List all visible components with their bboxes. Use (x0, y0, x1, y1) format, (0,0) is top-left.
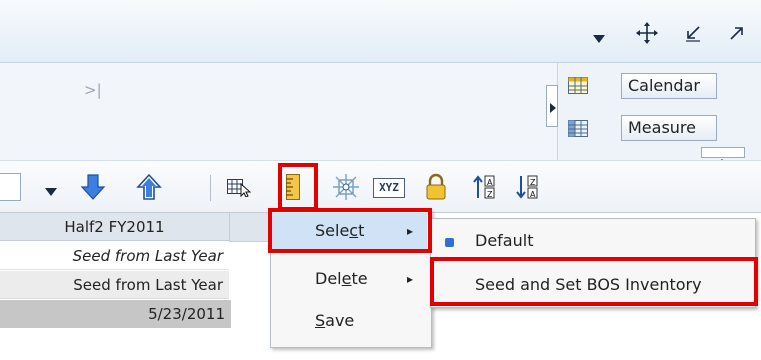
dropdown-arrow-icon[interactable] (592, 30, 606, 48)
submenu-item-default[interactable]: Default (431, 223, 751, 259)
measure-label: Measure (628, 118, 696, 137)
submenu-arrow-icon: ▸ (407, 272, 414, 286)
svg-text:A: A (530, 190, 536, 199)
highlight-seed-item (430, 257, 758, 306)
collapse-glyph[interactable]: >| (84, 81, 102, 99)
menu-item-delete[interactable]: Delete ▸ (271, 261, 427, 297)
lock-icon[interactable] (425, 173, 447, 205)
highlight-ruler (278, 163, 318, 211)
grid-cell[interactable]: 5/23/2011 (0, 300, 231, 328)
select-pointer-icon[interactable] (227, 177, 252, 201)
menu-item-label: Save (315, 311, 355, 330)
grid-cell[interactable]: Seed from Last Year (0, 242, 229, 270)
move-up-icon[interactable] (136, 173, 162, 205)
measure-button[interactable]: Measure (621, 115, 717, 141)
calendar-grid-icon (568, 77, 588, 98)
sort-descending-icon[interactable]: ZA (515, 174, 539, 204)
splitter-arrow-icon[interactable] (550, 99, 556, 117)
sort-ascending-icon[interactable]: AZ (472, 174, 496, 204)
toolbar-divider (210, 175, 211, 201)
svg-text:Z: Z (530, 178, 536, 187)
arrow-down-left-icon[interactable] (684, 24, 702, 46)
spark-icon[interactable] (333, 174, 359, 204)
dimension-panel: Calendar Measure (546, 63, 761, 164)
measure-grid-icon (568, 120, 588, 141)
menu-item-label: Delete (315, 269, 368, 288)
top-toolbar (0, 0, 761, 63)
calendar-button[interactable]: Calendar (621, 73, 717, 99)
menu-item-save[interactable]: Save (271, 303, 427, 339)
xyz-icon[interactable]: XYZ (373, 178, 405, 198)
calendar-label: Calendar (628, 76, 700, 95)
toolbar-select[interactable] (0, 173, 21, 201)
arrow-up-right-icon[interactable] (728, 24, 746, 46)
grid-column-header[interactable]: Half2 FY2011 (0, 213, 229, 241)
grid-cell[interactable]: Seed from Last Year (0, 271, 229, 299)
svg-text:A: A (487, 178, 493, 187)
highlight-select-item (268, 208, 432, 253)
move-down-icon[interactable] (80, 173, 106, 205)
submenu-item-label: Default (475, 231, 534, 250)
move-icon[interactable] (636, 22, 658, 48)
svg-text:Z: Z (487, 190, 493, 199)
dropdown-arrow-icon[interactable] (44, 183, 58, 201)
grid-header-filler (229, 213, 270, 242)
grid-toolbar: XYZ AZ ZA (0, 160, 761, 213)
selected-radio-icon (445, 238, 454, 247)
